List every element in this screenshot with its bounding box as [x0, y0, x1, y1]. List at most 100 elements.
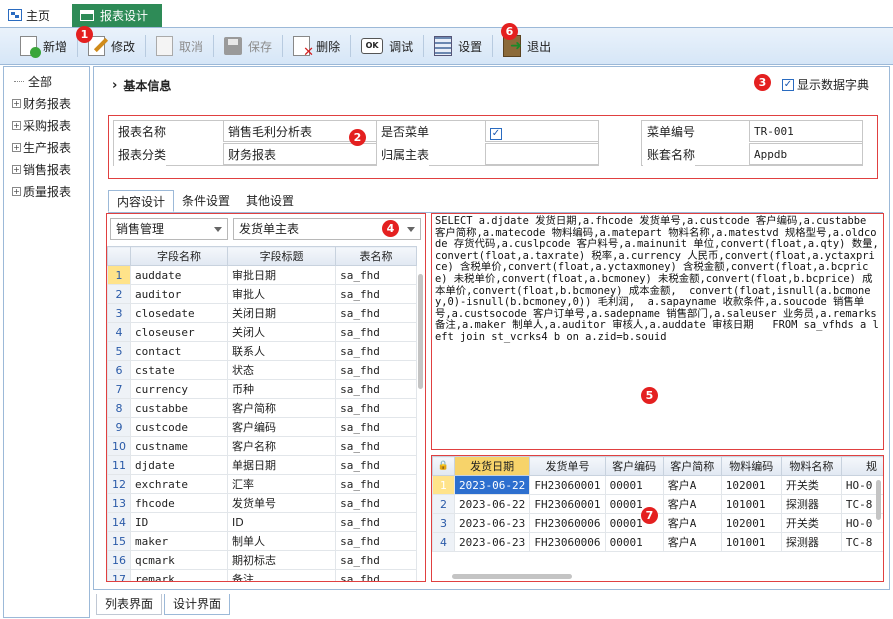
table-row[interactable]: 14 ID ID sa_fhd	[107, 512, 417, 532]
tab-home[interactable]: 主页	[8, 4, 50, 26]
is-menu-label: 是否菜单	[377, 121, 430, 143]
callout-badge: 2	[349, 129, 366, 146]
table-name-cell: sa_fhd	[335, 265, 417, 285]
toolbar: 新增 修改 取消 保存 删除 OK 调试 设置 退出	[0, 27, 893, 65]
table-name-cell: sa_fhd	[335, 379, 417, 399]
tree-item-purchase[interactable]: + 采购报表	[4, 114, 89, 136]
horizontal-scrollbar[interactable]	[452, 574, 572, 579]
tree-item-all[interactable]: 全部	[4, 70, 89, 92]
field-title-cell: 制单人	[227, 531, 337, 551]
table-name-cell: sa_fhd	[335, 417, 417, 437]
table-name-cell: sa_fhd	[335, 474, 417, 494]
tab-other-settings[interactable]: 其他设置	[238, 190, 302, 212]
table-name-cell: sa_fhd	[335, 360, 417, 380]
lock-icon: 🔒	[432, 456, 456, 476]
cancel-button-label: 取消	[179, 39, 204, 54]
column-header[interactable]: 规	[840, 456, 883, 476]
basic-info-form: 报表名称 销售毛利分析表 报表分类 财务报表 是否菜单 ✓ 归属主表 菜单编号 …	[108, 115, 878, 179]
tab-report-design[interactable]: 报表设计	[72, 4, 162, 27]
module-select[interactable]: 销售管理	[110, 218, 228, 240]
save-button[interactable]: 保存	[214, 29, 282, 63]
tree-item-sales[interactable]: + 销售报表	[4, 158, 89, 180]
result-cell: 探测器	[780, 532, 842, 552]
expand-plus-icon[interactable]: +	[12, 142, 21, 152]
table-row[interactable]: 2 2023-06-22 FH23060001 00001 客户A 101001 探测器 TC…	[432, 494, 883, 514]
table-name-cell: sa_fhd	[335, 322, 417, 342]
column-header[interactable]: 表名称	[335, 246, 417, 266]
row-number: 5	[107, 341, 131, 361]
expand-plus-icon[interactable]: +	[12, 186, 21, 196]
section-title[interactable]: › 基本信息	[112, 77, 171, 94]
table-row[interactable]: 10 custname 客户名称 sa_fhd	[107, 436, 417, 456]
column-header[interactable]: 字段名称	[129, 246, 229, 266]
table-row[interactable]: 3 closedate 关闭日期 sa_fhd	[107, 303, 417, 323]
column-header[interactable]: 客户简称	[662, 456, 722, 476]
column-header[interactable]: 客户编码	[604, 456, 664, 476]
tree-item-finance[interactable]: + 财务报表	[4, 92, 89, 114]
table-row[interactable]: 3 2023-06-23 FH23060006 00001 客户A 102001 开关类 HO…	[432, 513, 883, 533]
column-header[interactable]: 物料编码	[720, 456, 782, 476]
table-row[interactable]: 1 auddate 审批日期 sa_fhd	[107, 265, 417, 285]
column-header[interactable]: 物料名称	[780, 456, 842, 476]
table-row[interactable]: 9 custcode 客户编码 sa_fhd	[107, 417, 417, 437]
design-tabs: 内容设计 条件设置 其他设置	[108, 190, 302, 212]
debug-button[interactable]: OK 调试	[351, 29, 423, 63]
tab-condition-settings[interactable]: 条件设置	[174, 190, 238, 212]
expand-plus-icon[interactable]: +	[12, 98, 21, 108]
tab-design-view[interactable]: 设计界面	[164, 594, 231, 615]
cancel-button[interactable]: 取消	[146, 29, 213, 63]
new-button[interactable]: 新增	[0, 29, 77, 63]
field-title-cell: 审批人	[227, 284, 337, 304]
account-name-field[interactable]: Appdb	[749, 143, 863, 165]
is-menu-checkbox-icon[interactable]: ✓	[490, 128, 502, 140]
table-row[interactable]: 2 auditor 审批人 sa_fhd	[107, 284, 417, 304]
tree-item-production[interactable]: + 生产报表	[4, 136, 89, 158]
column-header[interactable]: 发货单号	[529, 456, 606, 476]
field-name-cell: cstate	[129, 360, 229, 380]
callout-badge: 5	[641, 387, 658, 404]
sql-editor[interactable]: SELECT a.djdate 发货日期,a.fhcode 发货单号,a.cus…	[431, 213, 884, 450]
table-row[interactable]: 1 2023-06-22 FH23060001 00001 客户A 102001 开关类 HO…	[432, 475, 883, 495]
menu-code-field[interactable]: TR-001	[749, 120, 863, 142]
table-row[interactable]: 7 currency 币种 sa_fhd	[107, 379, 417, 399]
result-cell: TC-8	[840, 532, 883, 552]
parent-table-field[interactable]	[485, 143, 599, 165]
settings-button[interactable]: 设置	[424, 29, 492, 63]
field-name-cell: currency	[129, 379, 229, 399]
table-row[interactable]: 4 2023-06-23 FH23060006 00001 客户A 101001 探测器 TC…	[432, 532, 883, 552]
tree-item-quality[interactable]: + 质量报表	[4, 180, 89, 202]
result-cell: 2023-06-23	[454, 532, 531, 552]
table-row[interactable]: 16 qcmark 期初标志 sa_fhd	[107, 550, 417, 570]
category-tree: 全部 + 财务报表 + 采购报表 + 生产报表 + 销售报表 + 质量报表	[3, 66, 90, 618]
table-row[interactable]: 5 contact 联系人 sa_fhd	[107, 341, 417, 361]
table-row[interactable]: 4 closeuser 关闭人 sa_fhd	[107, 322, 417, 342]
checkbox-checked-icon[interactable]: ✓	[781, 78, 794, 91]
field-name-cell: custname	[129, 436, 229, 456]
row-number: 10	[107, 436, 131, 456]
table-row[interactable]: 17 remark 备注 sa_fhd	[107, 569, 417, 581]
table-row[interactable]: 6 cstate 状态 sa_fhd	[107, 360, 417, 380]
table-row[interactable]: 13 fhcode 发货单号 sa_fhd	[107, 493, 417, 513]
result-cell: 00001	[604, 475, 664, 495]
result-cell: FH23060006	[529, 532, 606, 552]
field-name-cell: custcode	[129, 417, 229, 437]
column-header[interactable]: 发货日期	[454, 456, 531, 476]
expand-plus-icon[interactable]: +	[12, 164, 21, 174]
result-cell: 101001	[720, 532, 782, 552]
expand-plus-icon[interactable]: +	[12, 120, 21, 130]
show-data-dictionary-toggle[interactable]: ✓ 显示数据字典	[781, 76, 869, 93]
table-row[interactable]: 12 exchrate 汇率 sa_fhd	[107, 474, 417, 494]
field-title-cell: 关闭日期	[227, 303, 337, 323]
delete-button[interactable]: 删除	[283, 29, 350, 63]
table-name-cell: sa_fhd	[335, 436, 417, 456]
vertical-scrollbar[interactable]	[876, 480, 881, 520]
report-category-field[interactable]: 财务报表	[223, 143, 377, 165]
vertical-scrollbar[interactable]	[418, 274, 423, 389]
table-row[interactable]: 15 maker 制单人 sa_fhd	[107, 531, 417, 551]
table-row[interactable]: 8 custabbe 客户简称 sa_fhd	[107, 398, 417, 418]
column-header[interactable]: 字段标题	[227, 246, 337, 266]
tab-list-view[interactable]: 列表界面	[96, 594, 163, 615]
table-row[interactable]: 11 djdate 单据日期 sa_fhd	[107, 455, 417, 475]
tab-content-design[interactable]: 内容设计	[108, 190, 175, 212]
result-cell: 客户A	[662, 475, 722, 495]
